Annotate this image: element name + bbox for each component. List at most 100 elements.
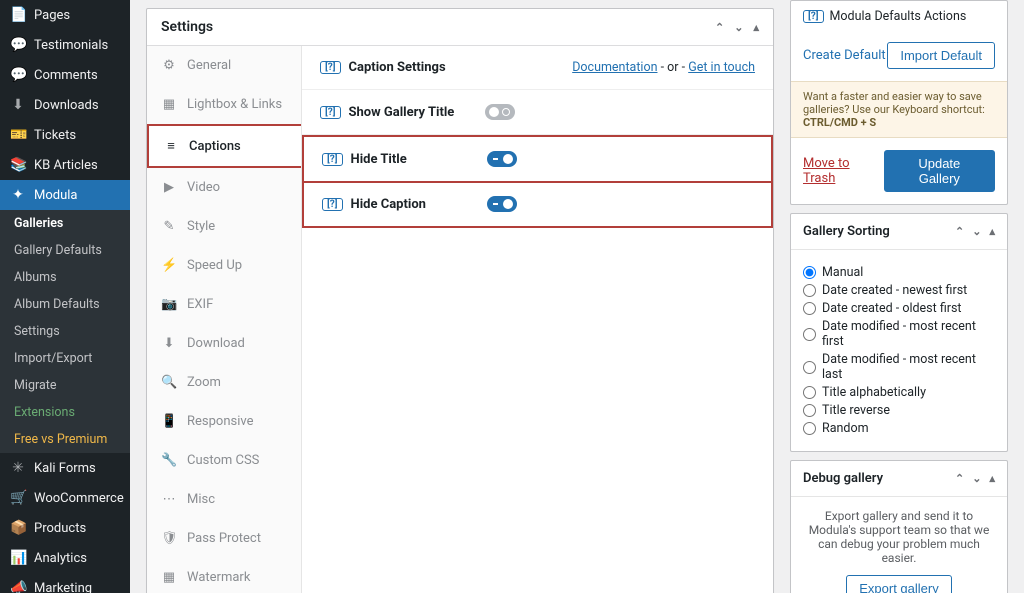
row-hide-caption: [?]Hide Caption: [302, 182, 773, 228]
chevron-up-icon[interactable]: ⌃: [715, 21, 724, 34]
tab-speedup[interactable]: ⚡Speed Up: [147, 246, 301, 285]
tab-passprotect[interactable]: 🛡Pass Protect: [147, 519, 301, 558]
tickets-icon: 🎫: [10, 127, 26, 143]
sidebar-label: Comments: [34, 68, 98, 83]
link-get-in-touch[interactable]: Get in touch: [688, 60, 755, 75]
help-icon[interactable]: [?]: [322, 153, 343, 166]
toggle-hide-title[interactable]: [487, 151, 517, 167]
tab-captions[interactable]: ≡Captions: [149, 126, 301, 166]
help-icon[interactable]: [?]: [320, 106, 341, 119]
help-icon[interactable]: [?]: [320, 61, 341, 74]
sidebar-label: Testimonials: [34, 38, 108, 53]
watermark-icon: ▦: [161, 570, 177, 585]
section-title: Caption Settings: [349, 60, 446, 75]
tab-lightbox[interactable]: ▦Lightbox & Links: [147, 85, 301, 124]
doc-links: Documentation - or - Get in touch: [572, 60, 755, 75]
tab-general[interactable]: ⚙General: [147, 46, 301, 85]
download-icon: ⬇: [161, 336, 177, 351]
tab-style[interactable]: ✎Style: [147, 207, 301, 246]
tab-video[interactable]: ▶Video: [147, 168, 301, 207]
btn-export-gallery[interactable]: Export gallery: [846, 575, 951, 593]
sub-extensions[interactable]: Extensions: [0, 399, 130, 426]
sub-settings[interactable]: Settings: [0, 318, 130, 345]
link-move-to-trash[interactable]: Move to Trash: [803, 156, 884, 186]
sort-random[interactable]: Random: [803, 421, 995, 436]
sub-album-defaults[interactable]: Album Defaults: [0, 291, 130, 318]
sort-title-az[interactable]: Title alphabetically: [803, 385, 995, 400]
toggle-show-gallery-title[interactable]: [485, 104, 515, 120]
toggle-hide-caption[interactable]: [487, 196, 517, 212]
sub-gallery-defaults[interactable]: Gallery Defaults: [0, 237, 130, 264]
collapse-icon[interactable]: ▴: [989, 472, 995, 485]
link-documentation[interactable]: Documentation: [572, 60, 657, 75]
sidebar-item-downloads[interactable]: ⬇Downloads: [0, 90, 130, 120]
tab-misc[interactable]: ⋯Misc: [147, 480, 301, 519]
page-icon: 📄: [10, 7, 26, 23]
sub-migrate[interactable]: Migrate: [0, 372, 130, 399]
sort-title-reverse[interactable]: Title reverse: [803, 403, 995, 418]
settings-content: [?] Caption Settings Documentation - or …: [302, 46, 773, 593]
settings-title: Settings: [161, 19, 213, 35]
sub-free-vs-premium[interactable]: Free vs Premium: [0, 426, 130, 453]
sidebar-item-products[interactable]: 📦Products: [0, 513, 130, 543]
settings-header: Settings ⌃ ⌄ ▴: [147, 9, 773, 46]
settings-postbox: Settings ⌃ ⌄ ▴ ⚙General ▦Lightbox & Link…: [146, 8, 774, 593]
chevron-down-icon[interactable]: ⌄: [734, 21, 743, 34]
chevron-down-icon[interactable]: ⌄: [972, 472, 981, 485]
sub-import-export[interactable]: Import/Export: [0, 345, 130, 372]
sort-mod-recent-first[interactable]: Date modified - most recent first: [803, 319, 995, 349]
sub-albums[interactable]: Albums: [0, 264, 130, 291]
sidebar-item-kaliforms[interactable]: ✳Kali Forms: [0, 453, 130, 483]
sidebar-label: Downloads: [34, 98, 99, 113]
link-create-default[interactable]: Create Default: [803, 48, 886, 63]
tab-watermark[interactable]: ▦Watermark: [147, 558, 301, 593]
tab-download[interactable]: ⬇Download: [147, 324, 301, 363]
tab-customcss[interactable]: 🔧Custom CSS: [147, 441, 301, 480]
sidebar-item-analytics[interactable]: 📊Analytics: [0, 543, 130, 573]
settings-tabs: ⚙General ▦Lightbox & Links ≡Captions ▶Vi…: [147, 46, 302, 593]
marketing-icon: 📣: [10, 580, 26, 593]
sort-date-oldest[interactable]: Date created - oldest first: [803, 301, 995, 316]
debug-text: Export gallery and send it to Modula's s…: [803, 509, 995, 565]
sidebar-item-modula[interactable]: ✦Modula: [0, 180, 130, 210]
wrench-icon: 🔧: [161, 453, 177, 468]
main-area: Settings ⌃ ⌄ ▴ ⚙General ▦Lightbox & Link…: [130, 0, 1024, 593]
sort-manual[interactable]: Manual: [803, 265, 995, 280]
sidebar-item-comments[interactable]: 💬 Comments: [0, 60, 130, 90]
dots-icon: ⋯: [161, 492, 177, 507]
collapse-icon[interactable]: ▴: [989, 225, 995, 238]
grid-icon: ▦: [161, 97, 177, 112]
bolt-icon: ⚡: [161, 258, 177, 273]
sidebar-label: Tickets: [34, 128, 76, 143]
sort-mod-recent-last[interactable]: Date modified - most recent last: [803, 352, 995, 382]
sidebar-label: Modula: [34, 188, 78, 203]
sort-date-newest[interactable]: Date created - newest first: [803, 283, 995, 298]
sidebar-item-marketing[interactable]: 📣Marketing: [0, 573, 130, 593]
sub-galleries[interactable]: Galleries: [0, 210, 130, 237]
sidebar-label: KB Articles: [34, 158, 98, 173]
play-icon: ▶: [161, 180, 177, 195]
gear-icon: ⚙: [161, 58, 177, 73]
sidebar-item-woocommerce[interactable]: 🛒WooCommerce: [0, 483, 130, 513]
brush-icon: ✎: [161, 219, 177, 234]
chevron-up-icon[interactable]: ⌃: [955, 472, 964, 485]
btn-update-gallery[interactable]: Update Gallery: [884, 150, 995, 192]
sidebar-item-tickets[interactable]: 🎫 Tickets: [0, 120, 130, 150]
help-icon[interactable]: [?]: [322, 198, 343, 211]
help-icon[interactable]: [?]: [803, 10, 824, 23]
tab-exif[interactable]: 📷EXIF: [147, 285, 301, 324]
tab-zoom[interactable]: 🔍Zoom: [147, 363, 301, 402]
chevron-up-icon[interactable]: ⌃: [955, 225, 964, 238]
comments-icon: 💬: [10, 67, 26, 83]
sorting-title: Gallery Sorting: [803, 224, 890, 239]
collapse-icon[interactable]: ▴: [753, 21, 759, 34]
sidebar-item-testimonials[interactable]: 💬Testimonials: [0, 30, 130, 60]
sidebar-item-kb[interactable]: 📚KB Articles: [0, 150, 130, 180]
wp-admin-sidebar: 📄Pages 💬Testimonials 💬 Comments ⬇Download…: [0, 0, 130, 593]
sidebar-label: WooCommerce: [34, 491, 124, 506]
sidebar-label: Products: [34, 521, 86, 536]
chevron-down-icon[interactable]: ⌄: [972, 225, 981, 238]
tab-responsive[interactable]: 📱Responsive: [147, 402, 301, 441]
btn-import-default[interactable]: Import Default: [887, 42, 995, 69]
sidebar-item-pages[interactable]: 📄Pages: [0, 0, 130, 30]
